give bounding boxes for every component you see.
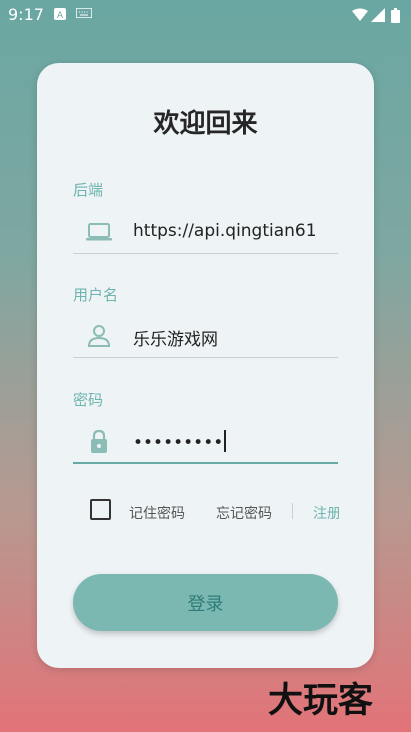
- watermark-logo: 大玩客: [268, 681, 374, 721]
- remember-label[interactable]: 记住密码: [129, 503, 185, 523]
- status-time: 9:17: [8, 5, 44, 24]
- lock-icon: [91, 429, 107, 453]
- backend-input[interactable]: https://api.qingtian61: [133, 221, 338, 241]
- username-field[interactable]: 乐乐游戏网: [73, 315, 338, 358]
- person-icon: [87, 325, 111, 347]
- password-label: 密码: [73, 391, 104, 409]
- remember-checkbox[interactable]: [90, 499, 111, 520]
- page-title: 欢迎回来: [153, 109, 258, 139]
- battery-icon: [391, 8, 400, 23]
- notification-a-icon: A: [54, 8, 66, 20]
- password-field[interactable]: •••••••••: [73, 420, 338, 464]
- wifi-icon: [352, 8, 368, 21]
- password-dots: •••••••••: [133, 433, 224, 453]
- status-bar: 9:17 A: [0, 0, 411, 30]
- forgot-password-link[interactable]: 忘记密码: [216, 503, 272, 523]
- login-button[interactable]: 登录: [73, 574, 338, 631]
- text-cursor: [224, 430, 227, 452]
- username-label: 用户名: [73, 286, 119, 304]
- username-input[interactable]: 乐乐游戏网: [133, 325, 338, 350]
- svg-text:A: A: [57, 11, 64, 20]
- backend-label: 后端: [73, 181, 104, 199]
- divider: [292, 503, 293, 519]
- keyboard-icon: [76, 8, 92, 18]
- password-input[interactable]: •••••••••: [133, 430, 338, 453]
- login-button-label: 登录: [187, 593, 224, 615]
- signal-icon: [371, 8, 385, 22]
- backend-field[interactable]: https://api.qingtian61: [73, 211, 338, 254]
- login-card: 欢迎回来 后端 https://api.qingtian61 用户名 乐乐游戏网…: [37, 63, 374, 668]
- register-link[interactable]: 注册: [313, 503, 339, 523]
- laptop-icon: [86, 223, 112, 241]
